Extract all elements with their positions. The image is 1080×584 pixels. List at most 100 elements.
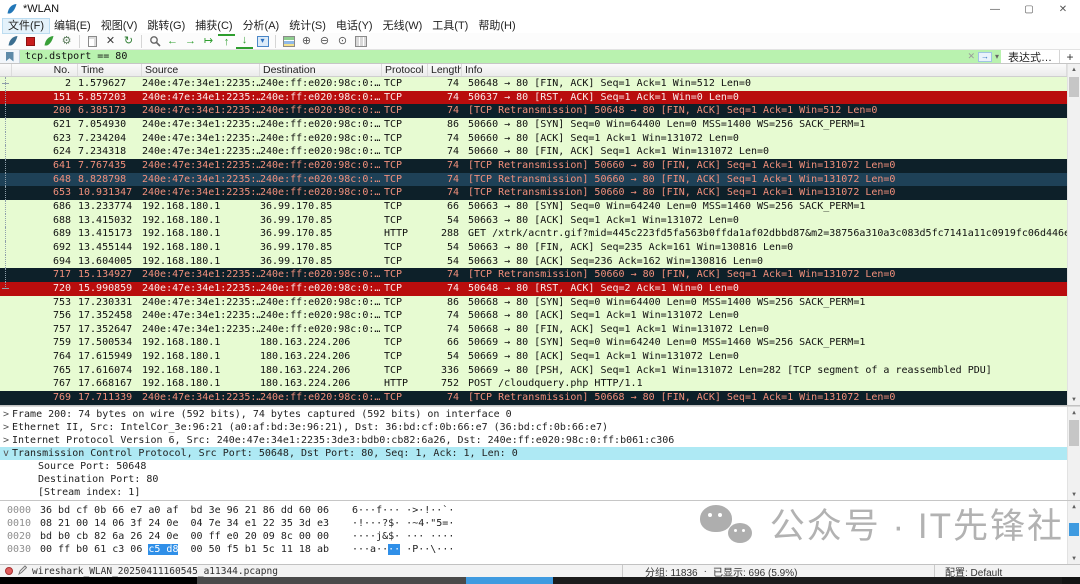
menu-item-capture[interactable]: 捕获(C) xyxy=(190,19,237,33)
packet-list-scrollbar[interactable]: ▲ ▼ xyxy=(1067,64,1080,405)
zoom-reset-icon[interactable]: ⊙ xyxy=(334,34,351,49)
zoom-out-icon[interactable]: ⊖ xyxy=(316,34,333,49)
packet-row[interactable]: 75717.352647240e:47e:34e1:2235:…240e:ff:… xyxy=(0,323,1067,337)
menu-item-statistics[interactable]: 统计(S) xyxy=(284,19,331,33)
go-forward-icon[interactable]: → xyxy=(182,34,199,49)
column-header-time[interactable]: Time xyxy=(78,64,142,76)
add-filter-button[interactable]: + xyxy=(1060,50,1080,63)
scrollbar-thumb[interactable] xyxy=(1069,523,1079,536)
hex-row[interactable]: 001008 21 00 14 06 3f 24 0e 04 7e 34 e1 … xyxy=(0,517,1067,530)
packet-row[interactable]: 76517.616074192.168.180.1180.163.224.206… xyxy=(0,364,1067,378)
detail-line[interactable]: >Frame 200: 74 bytes on wire (592 bits),… xyxy=(0,408,1067,421)
detail-line[interactable]: Destination Port: 80 xyxy=(0,473,1067,486)
packet-row[interactable]: 76717.668167192.168.180.1180.163.224.206… xyxy=(0,377,1067,391)
filter-clear-icon[interactable]: ✕ xyxy=(967,51,975,62)
open-file-icon[interactable] xyxy=(84,34,101,49)
packet-row[interactable]: 76417.615949192.168.180.1180.163.224.206… xyxy=(0,350,1067,364)
detail-line[interactable]: Source Port: 50648 xyxy=(0,460,1067,473)
maximize-button[interactable]: ▢ xyxy=(1012,0,1046,18)
menu-item-view[interactable]: 视图(V) xyxy=(96,19,143,33)
detail-line[interactable]: >Ethernet II, Src: IntelCor_3e:96:21 (a0… xyxy=(0,421,1067,434)
packet-row[interactable]: 69413.604005192.168.180.136.99.170.85TCP… xyxy=(0,255,1067,269)
menu-item-wireless[interactable]: 无线(W) xyxy=(378,19,428,33)
packet-row[interactable]: 6247.234318240e:47e:34e1:2235:…240e:ff:e… xyxy=(0,145,1067,159)
resize-columns-icon[interactable] xyxy=(352,34,369,49)
packet-row[interactable]: 75317.230331240e:47e:34e1:2235:…240e:ff:… xyxy=(0,296,1067,310)
packet-row[interactable]: 6217.054930240e:47e:34e1:2235:…240e:ff:e… xyxy=(0,118,1067,132)
scroll-down-icon[interactable]: ▼ xyxy=(1068,489,1080,500)
go-to-packet-icon[interactable]: ↦ xyxy=(200,34,217,49)
display-filter-input[interactable] xyxy=(20,50,1001,63)
scroll-down-icon[interactable]: ▼ xyxy=(1068,394,1080,405)
filter-bookmark-button[interactable] xyxy=(0,50,20,63)
scroll-up-icon[interactable]: ▲ xyxy=(1068,407,1080,418)
colorize-icon[interactable] xyxy=(280,34,297,49)
menu-item-tools[interactable]: 工具(T) xyxy=(427,19,473,33)
packet-row[interactable]: 65310.931347240e:47e:34e1:2235:…240e:ff:… xyxy=(0,186,1067,200)
bytes-scrollbar[interactable]: ▲ ▼ xyxy=(1067,501,1080,564)
restart-capture-icon[interactable] xyxy=(40,34,57,49)
annotation-icon[interactable] xyxy=(18,565,27,578)
detail-line[interactable]: >Internet Protocol Version 6, Src: 240e:… xyxy=(0,434,1067,447)
packet-row[interactable]: 6488.828798240e:47e:34e1:2235:…240e:ff:e… xyxy=(0,173,1067,187)
go-first-icon[interactable]: ↑ xyxy=(218,34,235,49)
column-header-length[interactable]: Length xyxy=(428,64,462,76)
scrollbar-thumb[interactable] xyxy=(1069,77,1079,97)
reload-icon[interactable]: ↻ xyxy=(120,34,137,49)
filter-dropdown-icon[interactable]: ▾ xyxy=(995,52,999,61)
find-packet-icon[interactable] xyxy=(146,34,163,49)
menu-item-help[interactable]: 帮助(H) xyxy=(473,19,520,33)
column-header-source[interactable]: Source xyxy=(142,64,260,76)
column-header-no[interactable]: No. xyxy=(12,64,78,76)
scrollbar-thumb[interactable] xyxy=(1069,420,1079,446)
menu-item-telephony[interactable]: 电话(Y) xyxy=(331,19,378,33)
filter-apply-icon[interactable]: → xyxy=(978,52,992,62)
expert-info-icon[interactable] xyxy=(5,567,13,575)
details-scrollbar[interactable]: ▲ ▼ xyxy=(1067,407,1080,500)
zoom-in-icon[interactable]: ⊕ xyxy=(298,34,315,49)
expander-icon[interactable]: v xyxy=(0,447,12,460)
packet-row[interactable]: 76917.711339240e:47e:34e1:2235:…240e:ff:… xyxy=(0,391,1067,405)
menu-item-file[interactable]: 文件(F) xyxy=(3,19,49,33)
stop-capture-icon[interactable] xyxy=(22,34,39,49)
scroll-up-icon[interactable]: ▲ xyxy=(1068,64,1080,75)
packet-row[interactable]: 1515.857203240e:47e:34e1:2235:…240e:ff:e… xyxy=(0,91,1067,105)
packet-row[interactable]: 75917.500534192.168.180.1180.163.224.206… xyxy=(0,336,1067,350)
capture-options-icon[interactable]: ⚙ xyxy=(58,34,75,49)
scroll-down-icon[interactable]: ▼ xyxy=(1068,553,1080,564)
menu-item-go[interactable]: 跳转(G) xyxy=(142,19,190,33)
hex-row[interactable]: 003000 ff b0 61 c3 06 c5 d8 00 50 f5 b1 … xyxy=(0,543,1067,556)
detail-line[interactable]: vTransmission Control Protocol, Src Port… xyxy=(0,447,1067,460)
packet-row[interactable]: 6237.234204240e:47e:34e1:2235:…240e:ff:e… xyxy=(0,132,1067,146)
auto-scroll-icon[interactable]: ▾ xyxy=(254,34,271,49)
packet-row[interactable]: 68913.415173192.168.180.136.99.170.85HTT… xyxy=(0,227,1067,241)
packet-row[interactable]: 2006.385173240e:47e:34e1:2235:…240e:ff:e… xyxy=(0,104,1067,118)
minimize-button[interactable]: — xyxy=(978,0,1012,18)
detail-line[interactable]: [Stream index: 1] xyxy=(0,486,1067,499)
packet-row[interactable]: 68613.233774192.168.180.136.99.170.85TCP… xyxy=(0,200,1067,214)
expression-button[interactable]: 表达式… xyxy=(1001,50,1060,63)
packet-row[interactable]: 6417.767435240e:47e:34e1:2235:…240e:ff:e… xyxy=(0,159,1067,173)
hex-row[interactable]: 0020bd b0 cb 82 6a 26 24 0e 00 ff e0 20 … xyxy=(0,530,1067,543)
column-header-info[interactable]: Info xyxy=(462,64,1067,76)
menu-item-analyze[interactable]: 分析(A) xyxy=(238,19,285,33)
packet-row[interactable]: 21.579627240e:47e:34e1:2235:…240e:ff:e02… xyxy=(0,77,1067,91)
packet-row[interactable]: 75617.352458240e:47e:34e1:2235:…240e:ff:… xyxy=(0,309,1067,323)
column-header-destination[interactable]: Destination xyxy=(260,64,382,76)
expander-icon[interactable]: > xyxy=(0,421,12,434)
expander-icon[interactable]: > xyxy=(0,408,12,421)
packet-row[interactable]: 68813.415032192.168.180.136.99.170.85TCP… xyxy=(0,214,1067,228)
menu-item-edit[interactable]: 编辑(E) xyxy=(49,19,96,33)
packet-row[interactable]: 69213.455144192.168.180.136.99.170.85TCP… xyxy=(0,241,1067,255)
hex-row[interactable]: 000036 bd cf 0b 66 e7 a0 af bd 3e 96 21 … xyxy=(0,504,1067,517)
packet-row[interactable]: 72015.990859240e:47e:34e1:2235:…240e:ff:… xyxy=(0,282,1067,296)
go-back-icon[interactable]: ← xyxy=(164,34,181,49)
go-last-icon[interactable]: ↓ xyxy=(236,34,253,49)
scroll-up-icon[interactable]: ▲ xyxy=(1068,501,1080,512)
column-header-protocol[interactable]: Protocol xyxy=(382,64,428,76)
packet-row[interactable]: 71715.134927240e:47e:34e1:2235:…240e:ff:… xyxy=(0,268,1067,282)
start-capture-icon[interactable] xyxy=(4,34,21,49)
close-file-icon[interactable]: ✕ xyxy=(102,34,119,49)
expander-icon[interactable]: > xyxy=(0,434,12,447)
close-button[interactable]: ✕ xyxy=(1046,0,1080,18)
